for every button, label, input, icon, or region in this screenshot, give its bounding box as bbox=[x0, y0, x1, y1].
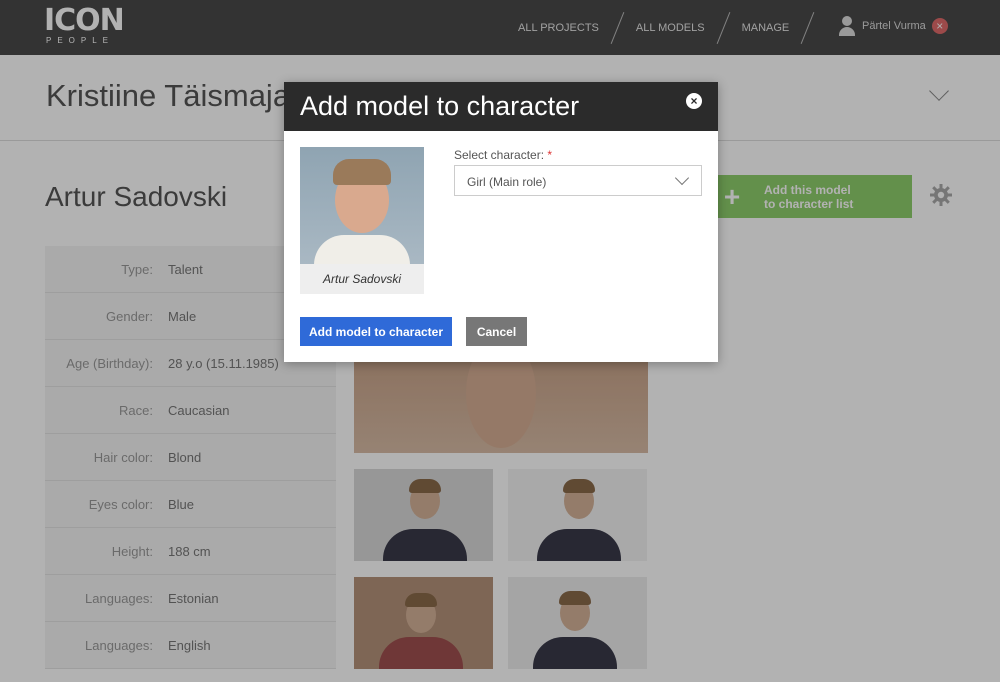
required-mark: * bbox=[547, 148, 553, 162]
character-select[interactable]: Girl (Main role) bbox=[454, 165, 702, 196]
select-character-label: Select character: * bbox=[454, 148, 552, 162]
model-card-photo bbox=[300, 147, 424, 264]
model-card-name: Artur Sadovski bbox=[322, 272, 402, 286]
close-icon[interactable]: × bbox=[686, 93, 702, 109]
dialog-header: Add model to character × bbox=[284, 82, 718, 131]
select-character-label-text: Select character: bbox=[454, 148, 545, 162]
character-select-value: Girl (Main role) bbox=[467, 175, 547, 189]
chevron-down-icon bbox=[674, 170, 690, 186]
add-model-dialog: Add model to character × Artur Sadovski … bbox=[284, 82, 718, 362]
cancel-button[interactable]: Cancel bbox=[466, 317, 527, 346]
dialog-title: Add model to character bbox=[300, 91, 580, 121]
model-card: Artur Sadovski bbox=[300, 147, 424, 294]
add-model-to-character-button[interactable]: Add model to character bbox=[300, 317, 452, 346]
